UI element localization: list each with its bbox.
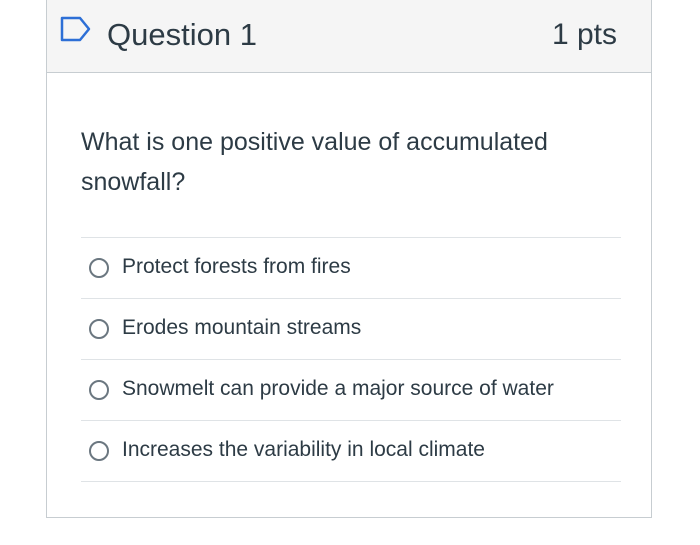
answer-option[interactable]: Protect forests from fires — [81, 237, 621, 298]
answer-list: Protect forests from fires Erodes mounta… — [81, 237, 621, 482]
answer-option[interactable]: Snowmelt can provide a major source of w… — [81, 359, 621, 420]
flag-outline-icon[interactable] — [60, 15, 92, 43]
answer-label[interactable]: Erodes mountain streams — [122, 313, 361, 343]
question-points: 1 pts — [551, 18, 617, 51]
answer-option[interactable]: Increases the variability in local clima… — [81, 420, 621, 482]
question-header: Question 1 1 pts — [47, 0, 651, 73]
radio-button[interactable] — [89, 258, 109, 278]
answer-label[interactable]: Increases the variability in local clima… — [122, 435, 485, 465]
answer-option[interactable]: Erodes mountain streams — [81, 298, 621, 359]
answer-label[interactable]: Snowmelt can provide a major source of w… — [122, 374, 554, 404]
question-text: What is one positive value of accumulate… — [81, 128, 548, 196]
answer-label[interactable]: Protect forests from fires — [122, 252, 351, 282]
question-title: Question 1 — [107, 17, 257, 52]
radio-button[interactable] — [89, 319, 109, 339]
radio-button[interactable] — [89, 441, 109, 461]
question-card: Question 1 1 pts What is one positive va… — [46, 0, 652, 518]
radio-button[interactable] — [89, 380, 109, 400]
